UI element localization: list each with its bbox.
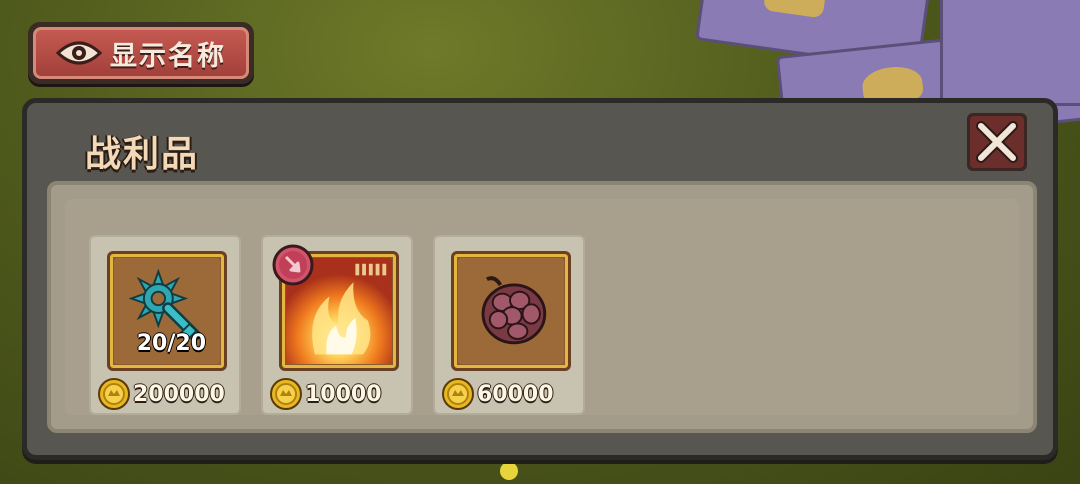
gold-coin-icon (270, 378, 302, 410)
loot-item[interactable]: 20/20 200000 (89, 235, 241, 415)
show-names-button[interactable]: 显示名称 (28, 22, 254, 84)
loot-content-area: 20/20 200000 10000 60000 (47, 181, 1037, 433)
show-names-label: 显示名称 (110, 40, 226, 72)
panel-title: 战利品 (85, 134, 200, 175)
bg-flower (500, 462, 518, 480)
item-price: 60000 (441, 377, 554, 411)
item-price-value: 200000 (133, 381, 225, 407)
item-price-value: 60000 (477, 381, 554, 407)
gold-coin-icon (98, 378, 130, 410)
item-price-value: 10000 (305, 381, 382, 407)
loot-item[interactable]: 10000 (261, 235, 413, 415)
loot-panel: 战利品 20/20 200000 10000 60000 (22, 98, 1058, 460)
item-frame: 20/20 (107, 251, 227, 371)
meat-chunk-icon (481, 276, 547, 345)
bg-tile (940, 0, 1080, 106)
pink-badge-icon (272, 244, 314, 286)
item-count: 20/20 (136, 331, 206, 356)
eye-icon (56, 39, 102, 67)
loot-item[interactable]: 60000 (433, 235, 585, 415)
item-price: 200000 (97, 377, 225, 411)
close-icon (976, 121, 1018, 163)
close-button[interactable] (967, 113, 1027, 171)
item-price: 10000 (269, 377, 382, 411)
item-frame (451, 251, 571, 371)
gold-coin-icon (442, 378, 474, 410)
